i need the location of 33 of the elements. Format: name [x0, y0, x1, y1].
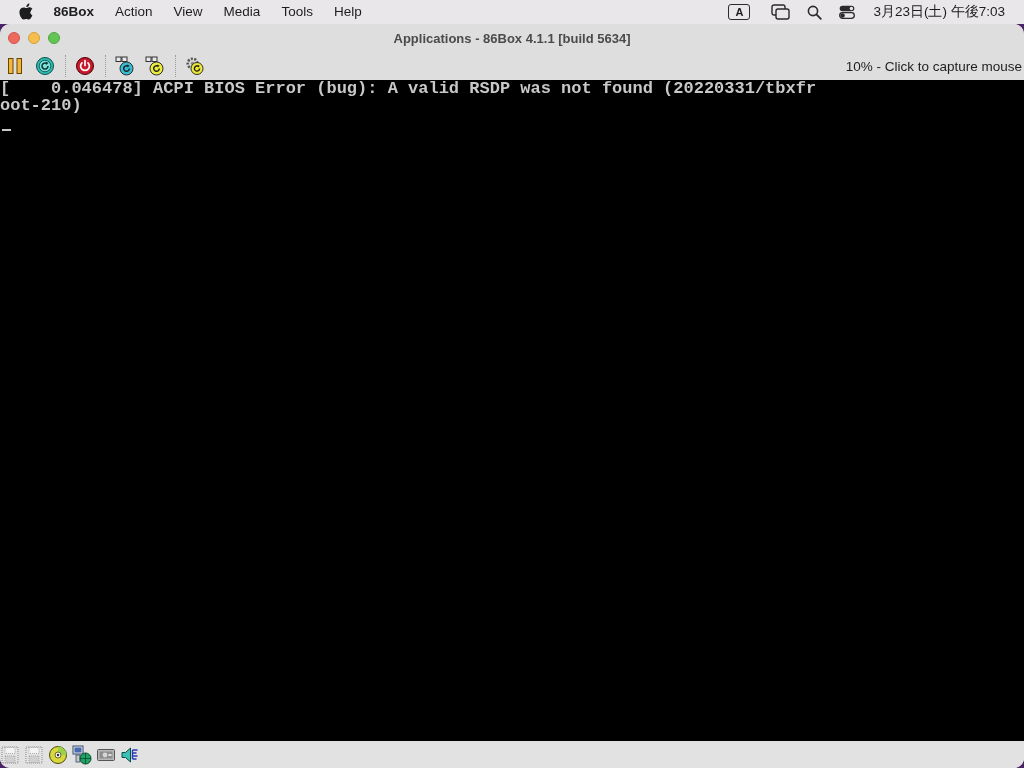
input-source-button[interactable]: A [728, 4, 751, 20]
pause-icon [5, 56, 25, 76]
keys-reset-button[interactable] [113, 54, 137, 78]
menu-item[interactable]: Tools [270, 2, 324, 22]
keys-circular-arrow-icon [145, 56, 165, 76]
circular-arrow-icon [35, 56, 55, 76]
speaker-icon[interactable] [120, 744, 140, 765]
power-icon [75, 56, 95, 76]
computer-network-icon[interactable] [72, 744, 92, 765]
clock: 3月23日(土) 午後7:03 [873, 3, 1005, 21]
keys-circular-arrow-icon [115, 56, 135, 76]
power-button[interactable] [73, 54, 97, 78]
window-title: Applications - 86Box 4.1.1 [build 5634] [393, 30, 631, 46]
menu-item[interactable]: Action [104, 2, 164, 22]
search-icon[interactable] [807, 4, 823, 20]
console-text: oot-210) [0, 97, 82, 114]
status-text: 10% - Click to capture mouse [845, 58, 1022, 74]
gear-icon [185, 56, 205, 76]
close-button[interactable] [8, 32, 20, 44]
text-cursor [2, 129, 11, 131]
menu-item[interactable]: Help [323, 2, 373, 22]
settings-button[interactable] [183, 54, 207, 78]
menu-item[interactable]: Media [213, 2, 271, 22]
reset-button[interactable] [33, 54, 57, 78]
disc-icon[interactable] [48, 744, 68, 765]
apple-icon[interactable] [19, 2, 33, 20]
menu-item[interactable]: View [163, 2, 214, 22]
emulator-screen[interactable]: [ 0.046478] ACPI BIOS Error (bug): A valid RSDP was not found (20220331/tbxfr oot-210) [0, 80, 1024, 741]
keys-escape-button[interactable] [143, 54, 167, 78]
toggle-switches-icon[interactable] [839, 5, 856, 19]
app-menu[interactable]: 86Box [43, 2, 105, 22]
stacked-windows-icon[interactable] [771, 4, 791, 20]
console-text: [ 0.046478] ACPI BIOS Error (bug): A valid RSDP was not found (20220331/tbxfr [0, 80, 817, 97]
